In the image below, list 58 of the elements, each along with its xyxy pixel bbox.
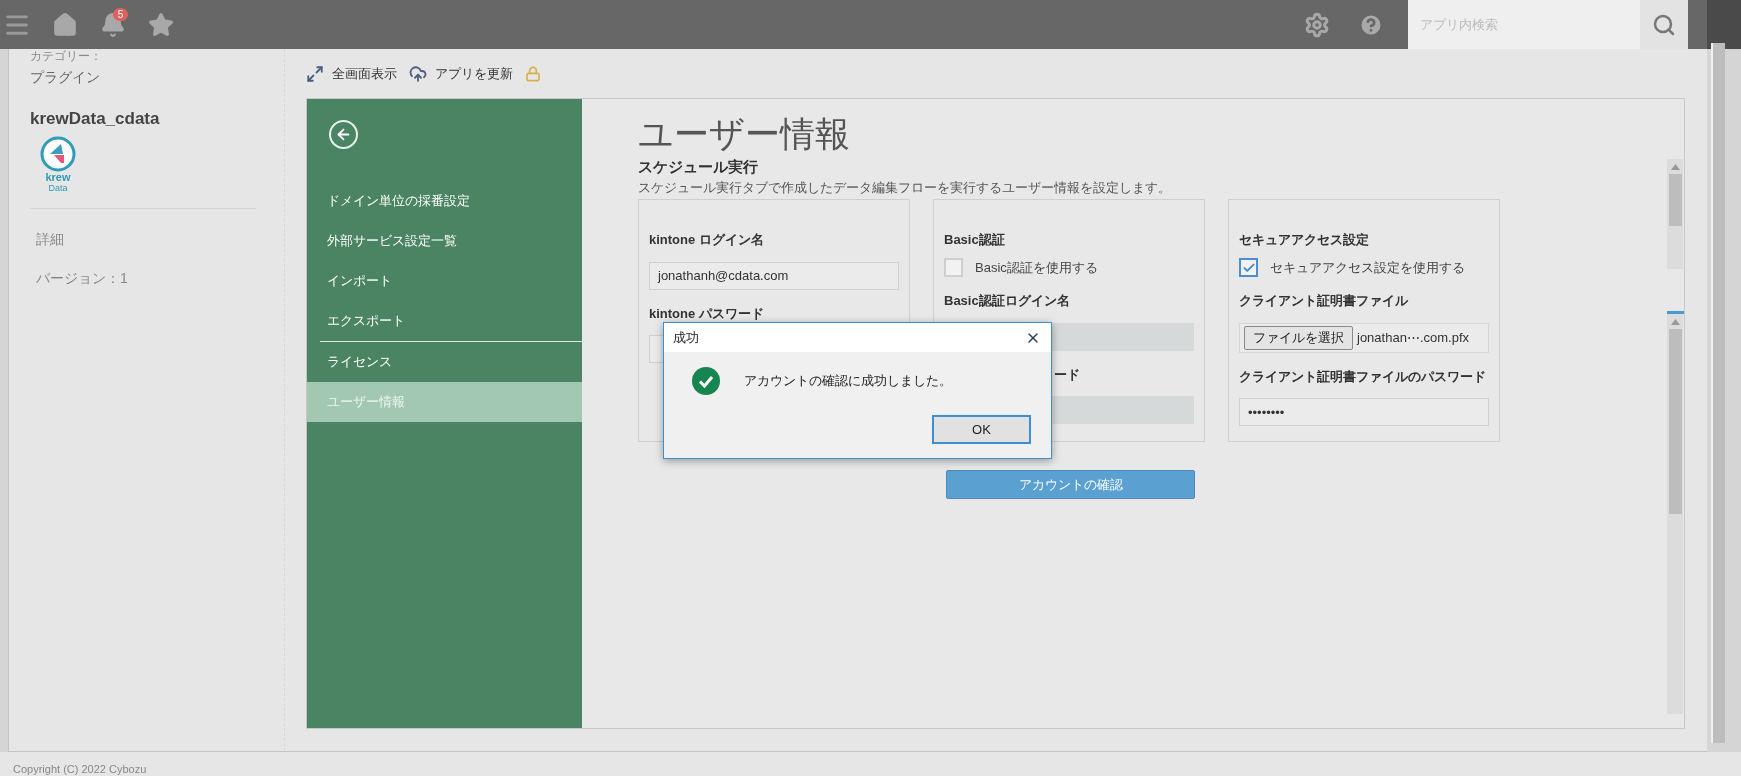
scrollbar-gutter — [1707, 0, 1741, 49]
input-field[interactable]: •••••••• — [1239, 398, 1489, 427]
plugin-menu-item[interactable]: 外部サービス設定一覧 — [307, 221, 582, 261]
field-label: kintone ログイン名 — [649, 231, 765, 250]
category-label: カテゴリー： — [30, 49, 103, 63]
search-icon — [1652, 12, 1676, 37]
section-title: スケジュール実行 — [638, 157, 759, 177]
search-button[interactable] — [1640, 0, 1688, 49]
dialog-message: アカウントの確認に成功しました。 — [744, 372, 952, 391]
checkbox[interactable] — [1239, 258, 1258, 277]
app-info-link[interactable]: 詳細 — [36, 228, 256, 250]
scrollbar[interactable] — [1667, 314, 1683, 714]
field-label: Basic認証ログイン名 — [944, 292, 1071, 311]
field-label: ード — [1053, 365, 1081, 384]
success-check-icon — [692, 367, 720, 395]
checkbox-label: Basic認証を使用する — [975, 258, 1098, 277]
settings-icon[interactable] — [1304, 11, 1330, 38]
toolbar-link[interactable]: 全画面表示 — [332, 63, 397, 84]
toolbar-link[interactable]: アプリを更新 — [435, 63, 513, 84]
field-label: Basic認証 — [944, 231, 1006, 250]
plugin-menu-item[interactable]: ライセンス — [307, 342, 582, 382]
category-value: プラグイン — [30, 68, 101, 87]
scroll-up-arrow-icon[interactable] — [1670, 164, 1680, 170]
footer-copyright: Copyright (C) 2022 Cybozu — [13, 762, 147, 776]
file-name: jonathan⋯.com.pfx — [1357, 329, 1469, 347]
input-field[interactable]: jonathanh@cdata.com — [649, 261, 899, 290]
page-title: ユーザー情報 — [638, 113, 851, 155]
logo-subtitle: Data — [48, 182, 68, 193]
fullscreen-icon[interactable] — [306, 64, 324, 83]
scroll-up-arrow-icon[interactable] — [1670, 319, 1680, 325]
section-description: スケジュール実行タブで作成したデータ編集フローを実行するユーザー情報を設定します。 — [638, 179, 1172, 197]
page-scrollbar[interactable] — [1711, 43, 1725, 743]
choose-file-button[interactable]: ファイルを選択 — [1244, 325, 1353, 350]
field-label: kintone パスワード — [649, 304, 765, 323]
star-icon[interactable] — [148, 11, 174, 38]
confirm-account-button[interactable]: アカウントの確認 — [946, 470, 1195, 500]
field-label: セキュアアクセス設定 — [1239, 231, 1370, 250]
scrollbar[interactable] — [1667, 159, 1683, 269]
dialog-title: 成功 — [673, 328, 699, 347]
logo-icon — [40, 135, 76, 172]
ok-button[interactable]: OK — [932, 415, 1031, 444]
home-icon[interactable] — [52, 11, 78, 38]
back-button[interactable] — [329, 120, 358, 149]
lock-icon — [525, 65, 541, 82]
field-label: クライアント証明書ファイルのパスワード — [1239, 367, 1487, 386]
app-info-link[interactable]: バージョン：1 — [36, 267, 256, 289]
bell-icon[interactable] — [100, 11, 126, 38]
plugin-menu-item[interactable]: インポート — [307, 261, 582, 301]
app-name: krewData_cdata — [30, 108, 161, 130]
cloud-upload-icon[interactable] — [409, 64, 427, 83]
field-label: クライアント証明書ファイル — [1239, 292, 1409, 311]
notification-badge: 5 — [113, 7, 128, 21]
plugin-menu-item[interactable]: エクスポート — [307, 301, 582, 341]
logo-word: krew — [45, 171, 71, 183]
checkbox-label: セキュアアクセス設定を使用する — [1270, 258, 1465, 277]
checkbox[interactable] — [944, 258, 963, 277]
plugin-menu-item[interactable]: ドメイン単位の採番設定 — [307, 181, 582, 221]
file-field[interactable]: ファイルを選択 jonathan⋯.com.pfx — [1239, 322, 1489, 353]
